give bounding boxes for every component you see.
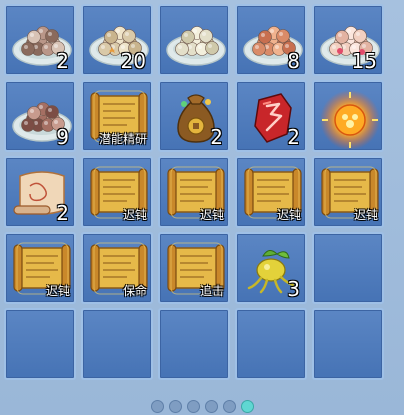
item-count: 15 bbox=[351, 49, 377, 73]
inventory-slot[interactable]: 追击 bbox=[158, 232, 230, 304]
inventory-slot[interactable]: 迟钝 bbox=[158, 156, 230, 228]
inventory-slot[interactable]: 迟钝 bbox=[4, 232, 76, 304]
inventory-slot[interactable]: 8 bbox=[235, 4, 307, 76]
page-dot[interactable] bbox=[222, 399, 236, 413]
item-count: 9 bbox=[56, 125, 69, 149]
item-count: 8 bbox=[287, 49, 300, 73]
inventory-slot[interactable]: 迟钝 bbox=[312, 156, 384, 228]
item-label: 追击 bbox=[199, 284, 224, 298]
page-dot[interactable] bbox=[186, 399, 200, 413]
empty-inventory-slot[interactable] bbox=[312, 308, 384, 380]
page-indicator bbox=[0, 397, 404, 415]
inventory-slot[interactable]: 15 bbox=[312, 4, 384, 76]
item-label: 迟钝 bbox=[199, 208, 224, 222]
dumpling-plate-icon bbox=[166, 26, 226, 66]
inventory-slot[interactable]: 9 bbox=[4, 80, 76, 152]
item-label: 迟钝 bbox=[45, 284, 70, 298]
inventory-slot[interactable]: 迟钝 bbox=[81, 156, 153, 228]
inventory-slot[interactable]: 20 bbox=[81, 4, 153, 76]
empty-inventory-slot[interactable] bbox=[4, 308, 76, 380]
inventory-slot[interactable]: 2 bbox=[4, 4, 76, 76]
inventory-slot[interactable]: 保命 bbox=[81, 232, 153, 304]
empty-inventory-slot[interactable] bbox=[312, 232, 384, 304]
item-count: 2 bbox=[287, 125, 300, 149]
inventory-slot[interactable]: 2 bbox=[4, 156, 76, 228]
item-count: 3 bbox=[287, 277, 300, 301]
item-label: 潜能精研 bbox=[98, 132, 147, 146]
item-count: 2 bbox=[56, 49, 69, 73]
glowing-orb-icon bbox=[320, 90, 380, 150]
page-dot[interactable] bbox=[150, 399, 164, 413]
empty-inventory-slot[interactable] bbox=[235, 308, 307, 380]
page-dot-active[interactable] bbox=[240, 399, 254, 413]
inventory-slot[interactable]: 3 bbox=[235, 232, 307, 304]
item-label: 迟钝 bbox=[276, 208, 301, 222]
item-count: 20 bbox=[120, 49, 146, 73]
inventory-slot[interactable]: 2 bbox=[235, 80, 307, 152]
inventory-panel: 2 20 8 15 9 潜能精研 2 2 2 迟钝 迟钝 迟钝 迟钝 迟钝 保命 追击 3 bbox=[0, 0, 404, 415]
inventory-grid: 2 20 8 15 9 潜能精研 2 2 2 迟钝 迟钝 迟钝 迟钝 迟钝 保命 追击 3 bbox=[4, 4, 384, 380]
item-count: 2 bbox=[56, 201, 69, 225]
item-count: 2 bbox=[210, 125, 223, 149]
item-label: 迟钝 bbox=[353, 208, 378, 222]
inventory-slot[interactable]: 迟钝 bbox=[235, 156, 307, 228]
page-dot[interactable] bbox=[168, 399, 182, 413]
inventory-slot[interactable] bbox=[158, 4, 230, 76]
item-label: 迟钝 bbox=[122, 208, 147, 222]
inventory-slot[interactable]: 2 bbox=[158, 80, 230, 152]
page-dot[interactable] bbox=[204, 399, 218, 413]
empty-inventory-slot[interactable] bbox=[158, 308, 230, 380]
empty-inventory-slot[interactable] bbox=[81, 308, 153, 380]
inventory-slot[interactable]: 潜能精研 bbox=[81, 80, 153, 152]
inventory-slot[interactable] bbox=[312, 80, 384, 152]
item-label: 保命 bbox=[122, 284, 147, 298]
